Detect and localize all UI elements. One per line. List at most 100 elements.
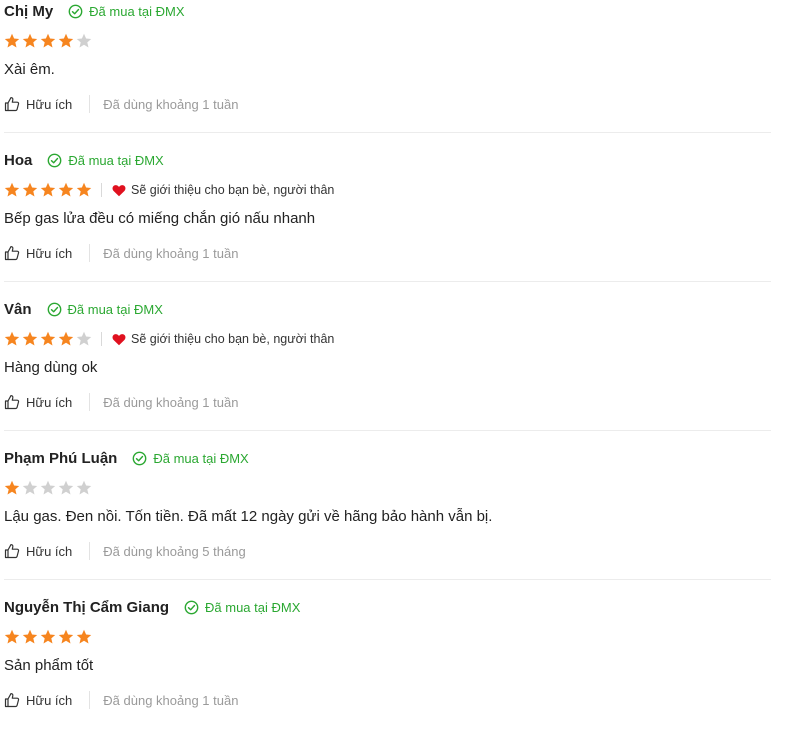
review-item: Phạm Phú Luận Đã mua tại ĐMX Lậu gas. Đe… bbox=[4, 447, 771, 580]
rating-row bbox=[4, 628, 94, 646]
star-icon bbox=[58, 629, 74, 644]
verified-badge: Đã mua tại ĐMX bbox=[68, 3, 185, 19]
star-icon bbox=[22, 480, 38, 495]
review-content: Hàng dùng ok bbox=[4, 359, 98, 376]
star-icon bbox=[76, 182, 92, 197]
review-content: Bếp gas lửa đều có miếng chắn gió nấu nh… bbox=[4, 210, 316, 227]
helpful-label: Hữu ích bbox=[26, 394, 73, 410]
review-header: Nguyễn Thị Cẩm Giang Đã mua tại ĐMX bbox=[4, 596, 300, 618]
thumbs-up-icon bbox=[4, 246, 20, 261]
verified-badge: Đã mua tại ĐMX bbox=[132, 450, 249, 466]
review-content: Xài êm. bbox=[4, 61, 55, 78]
recommend-label: Sẽ giới thiệu cho bạn bè, người thân bbox=[131, 332, 335, 346]
star-icon bbox=[76, 33, 92, 48]
check-circle-icon bbox=[68, 4, 83, 18]
star-icon bbox=[4, 182, 20, 197]
star-icon bbox=[58, 33, 74, 48]
review-header: Hoa Đã mua tại ĐMX bbox=[4, 149, 164, 171]
review-item: Hoa Đã mua tại ĐMX Sẽ giới thiệu cho bạn… bbox=[4, 149, 771, 282]
verified-label: Đã mua tại ĐMX bbox=[205, 599, 301, 615]
usage-duration: Đã dùng khoảng 1 tuần bbox=[103, 394, 239, 410]
divider bbox=[89, 393, 91, 411]
star-icon bbox=[76, 331, 92, 346]
divider bbox=[101, 332, 102, 346]
verified-label: Đã mua tại ĐMX bbox=[153, 450, 249, 466]
verified-label: Đã mua tại ĐMX bbox=[67, 301, 163, 317]
review-content: Sản phẩm tốt bbox=[4, 657, 94, 674]
divider bbox=[89, 95, 91, 113]
star-icon bbox=[4, 629, 20, 644]
star-rating bbox=[4, 629, 94, 645]
star-icon bbox=[4, 480, 20, 495]
rating-row: Sẽ giới thiệu cho bạn bè, người thân bbox=[4, 181, 334, 199]
recommend-badge: Sẽ giới thiệu cho bạn bè, người thân bbox=[112, 183, 334, 197]
verified-badge: Đã mua tại ĐMX bbox=[47, 153, 164, 168]
helpful-button[interactable]: Hữu ích bbox=[4, 245, 72, 261]
star-rating bbox=[4, 182, 94, 198]
star-icon bbox=[58, 182, 74, 197]
review-header: Phạm Phú Luận Đã mua tại ĐMX bbox=[4, 447, 249, 469]
star-rating bbox=[4, 480, 94, 496]
check-circle-icon bbox=[47, 153, 62, 167]
helpful-button[interactable]: Hữu ích bbox=[4, 394, 72, 410]
star-icon bbox=[40, 629, 56, 644]
rating-row bbox=[4, 479, 94, 497]
divider bbox=[89, 542, 91, 560]
star-icon bbox=[76, 480, 92, 495]
verified-badge: Đã mua tại ĐMX bbox=[184, 600, 300, 615]
reviewer-name: Chị My bbox=[4, 2, 54, 20]
verified-label: Đã mua tại ĐMX bbox=[89, 3, 185, 19]
usage-duration: Đã dùng khoảng 1 tuần bbox=[103, 96, 239, 112]
reviewer-name: Vân bbox=[4, 300, 32, 318]
reviewer-name: Phạm Phú Luận bbox=[4, 449, 118, 467]
review-footer: Hữu ích Đã dùng khoảng 5 tháng bbox=[4, 541, 246, 561]
rating-row: Sẽ giới thiệu cho bạn bè, người thân bbox=[4, 330, 334, 348]
review-item: Nguyễn Thị Cẩm Giang Đã mua tại ĐMX Sản … bbox=[4, 596, 771, 729]
divider bbox=[101, 183, 102, 197]
star-icon bbox=[58, 480, 74, 495]
review-content: Lậu gas. Đen nồi. Tốn tiền. Đã mất 12 ng… bbox=[4, 508, 493, 525]
recommend-badge: Sẽ giới thiệu cho bạn bè, người thân bbox=[112, 332, 334, 346]
star-rating bbox=[4, 331, 94, 347]
review-header: Vân Đã mua tại ĐMX bbox=[4, 298, 163, 320]
star-icon bbox=[22, 629, 38, 644]
review-item: Chị My Đã mua tại ĐMX Xài êm. Hữu ích Đã… bbox=[4, 0, 771, 133]
heart-icon bbox=[112, 184, 126, 196]
star-icon bbox=[76, 629, 92, 644]
reviewer-name: Hoa bbox=[4, 151, 33, 169]
helpful-label: Hữu ích bbox=[26, 543, 73, 559]
review-header: Chị My Đã mua tại ĐMX bbox=[4, 0, 185, 22]
usage-duration: Đã dùng khoảng 5 tháng bbox=[103, 543, 246, 559]
helpful-button[interactable]: Hữu ích bbox=[4, 692, 72, 708]
rating-row bbox=[4, 32, 94, 50]
star-icon bbox=[40, 33, 56, 48]
usage-duration: Đã dùng khoảng 1 tuần bbox=[103, 245, 239, 261]
usage-duration: Đã dùng khoảng 1 tuần bbox=[103, 692, 239, 708]
star-icon bbox=[22, 182, 38, 197]
star-icon bbox=[22, 331, 38, 346]
helpful-button[interactable]: Hữu ích bbox=[4, 543, 72, 559]
verified-badge: Đã mua tại ĐMX bbox=[47, 302, 163, 317]
thumbs-up-icon bbox=[4, 693, 20, 708]
helpful-label: Hữu ích bbox=[26, 96, 73, 112]
check-circle-icon bbox=[184, 600, 199, 614]
star-icon bbox=[4, 331, 20, 346]
helpful-button[interactable]: Hữu ích bbox=[4, 96, 72, 112]
review-footer: Hữu ích Đã dùng khoảng 1 tuần bbox=[4, 94, 238, 114]
divider bbox=[89, 691, 91, 709]
star-icon bbox=[40, 331, 56, 346]
review-footer: Hữu ích Đã dùng khoảng 1 tuần bbox=[4, 392, 238, 412]
divider bbox=[89, 244, 91, 262]
reviewer-name: Nguyễn Thị Cẩm Giang bbox=[4, 598, 170, 616]
check-circle-icon bbox=[132, 451, 147, 465]
thumbs-up-icon bbox=[4, 395, 20, 410]
thumbs-up-icon bbox=[4, 97, 20, 112]
star-icon bbox=[22, 33, 38, 48]
star-icon bbox=[4, 33, 20, 48]
helpful-label: Hữu ích bbox=[26, 692, 73, 708]
star-icon bbox=[58, 331, 74, 346]
thumbs-up-icon bbox=[4, 544, 20, 559]
star-icon bbox=[40, 182, 56, 197]
star-rating bbox=[4, 33, 94, 49]
recommend-label: Sẽ giới thiệu cho bạn bè, người thân bbox=[131, 183, 335, 197]
